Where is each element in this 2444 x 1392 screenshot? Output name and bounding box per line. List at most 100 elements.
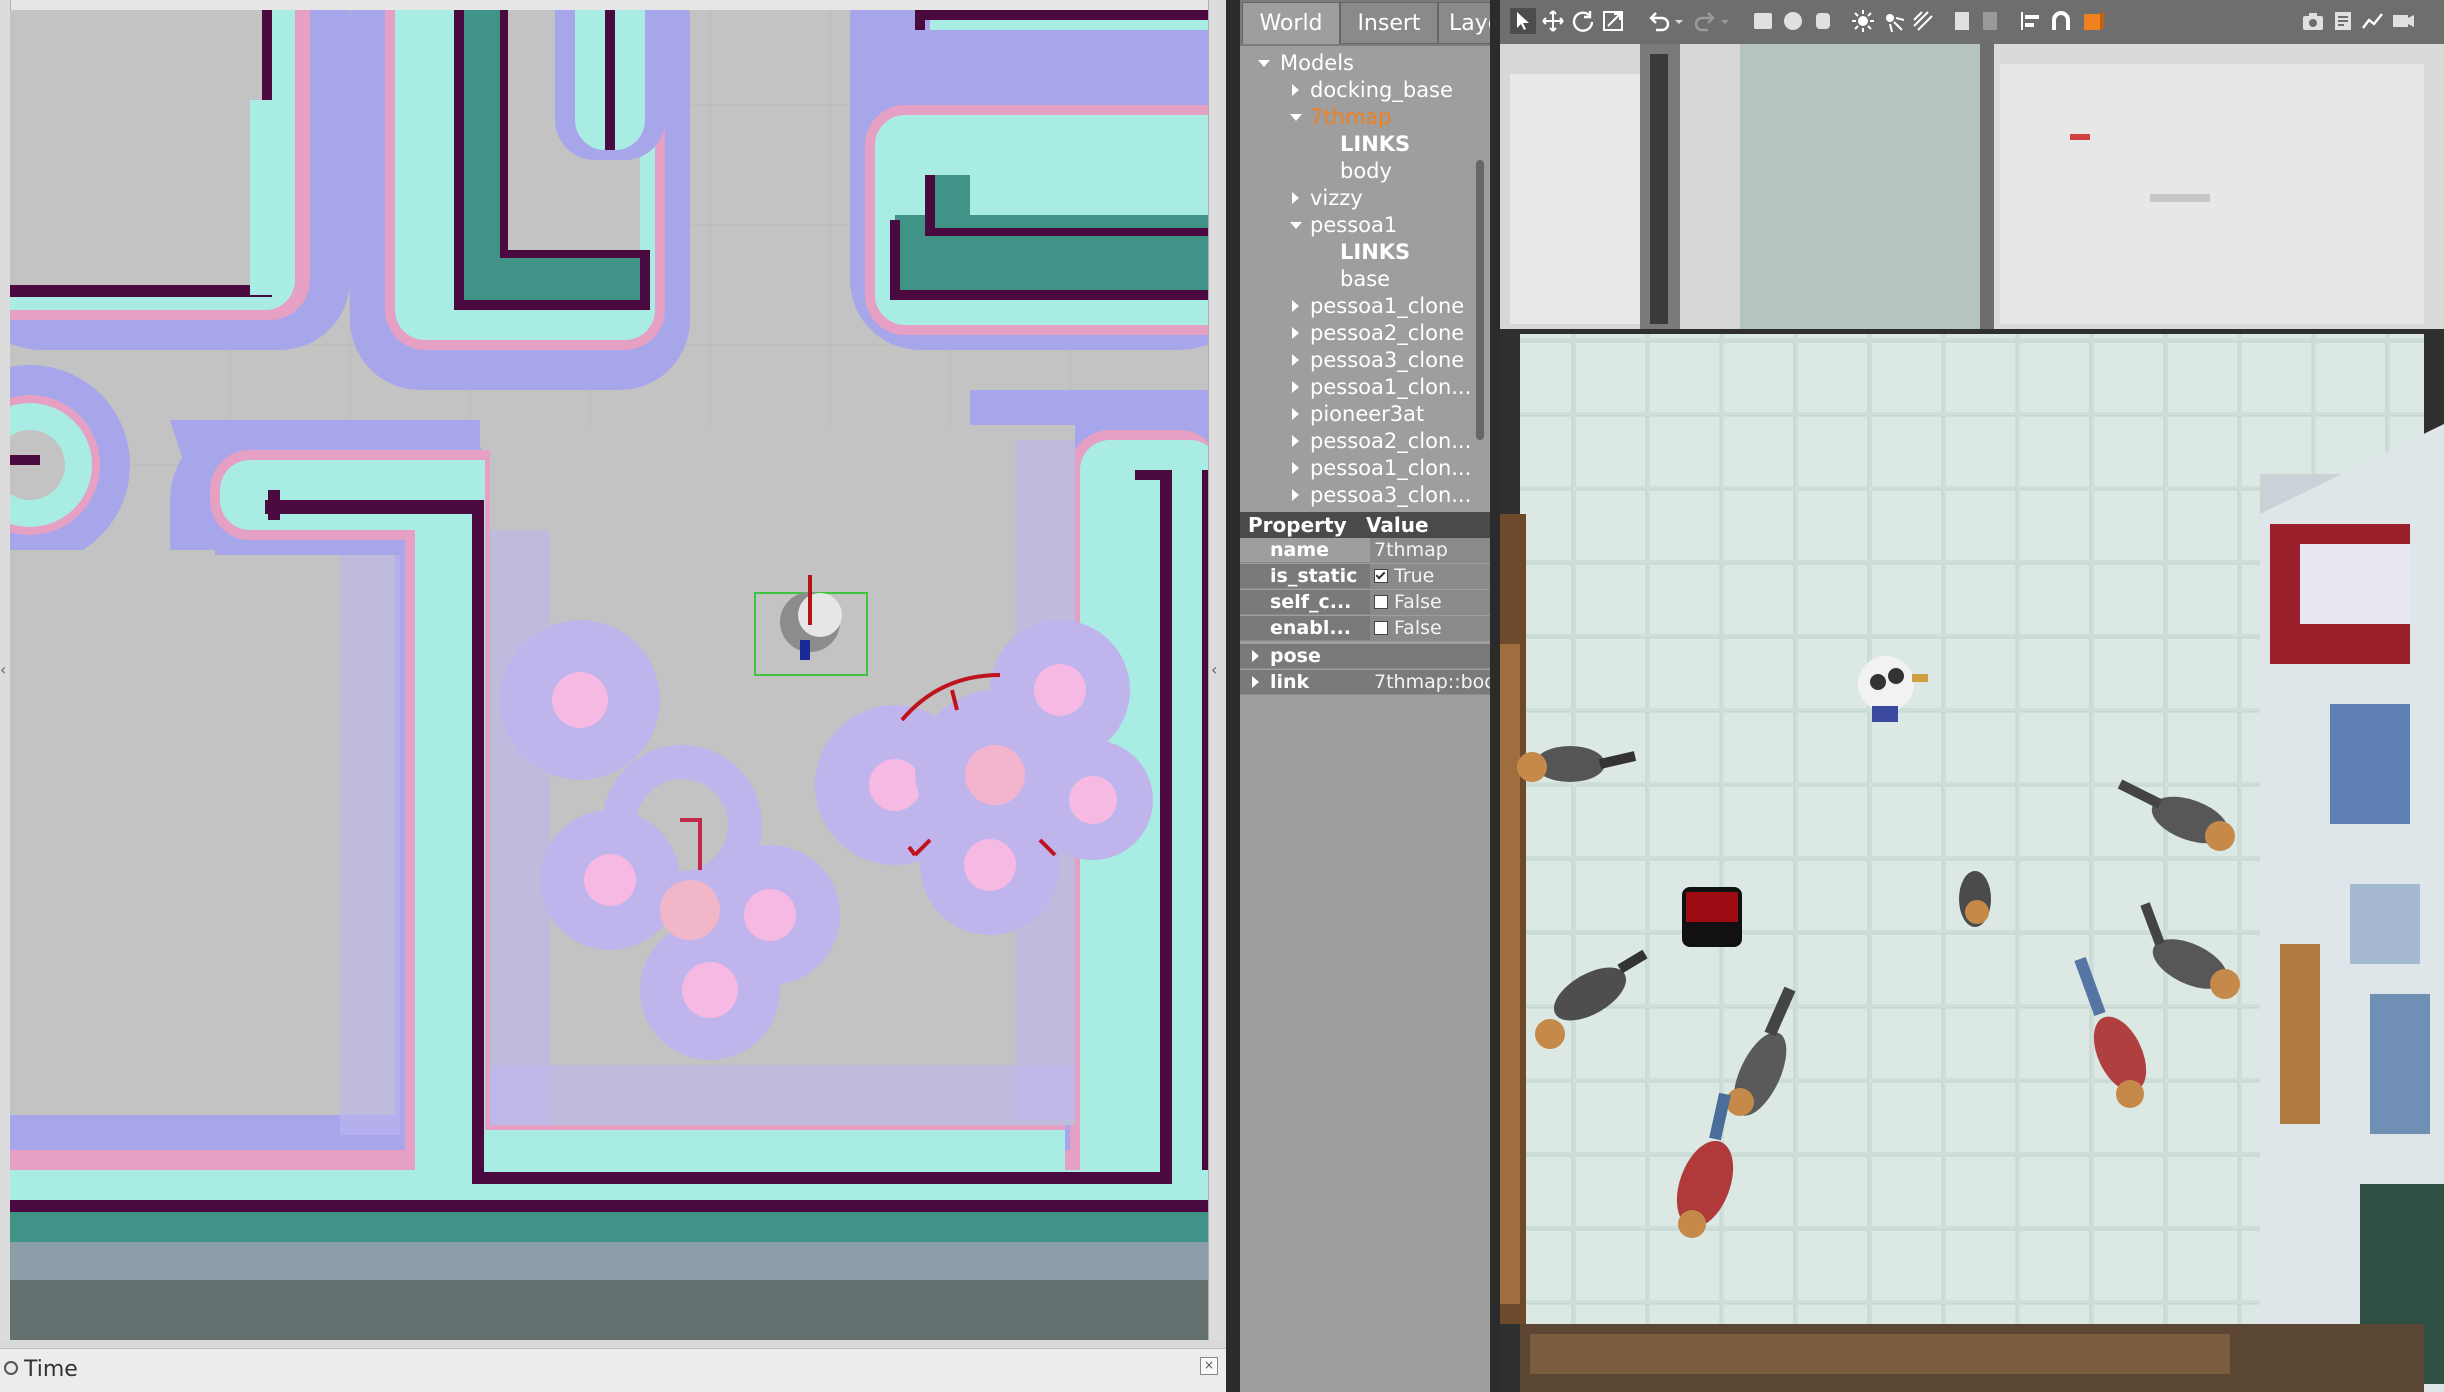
- pioneer3at-robot[interactable]: [1682, 887, 1742, 947]
- expand-icon[interactable]: [1292, 327, 1299, 339]
- gazebo-toolbar: [1500, 0, 2444, 45]
- property-value-cell[interactable]: True: [1370, 564, 1490, 588]
- tree-item-pessoa1-clone-3[interactable]: pessoa1_clon...: [1310, 455, 1471, 481]
- property-column-header: Property: [1248, 513, 1347, 537]
- sphere-icon[interactable]: [1780, 8, 1806, 34]
- time-panel: Time ×: [0, 1348, 1226, 1392]
- log-icon[interactable]: [2330, 8, 2356, 34]
- property-value-cell[interactable]: False: [1370, 616, 1490, 640]
- window-splitter[interactable]: [1226, 0, 1240, 1392]
- property-row-enable-wind: enabl... False: [1240, 616, 1490, 641]
- expand-icon[interactable]: [1292, 489, 1299, 501]
- tree-item-pioneer3at[interactable]: pioneer3at: [1310, 401, 1424, 427]
- tree-item-body[interactable]: body: [1340, 158, 1392, 184]
- expand-icon[interactable]: [1292, 435, 1299, 447]
- undo-icon[interactable]: [1646, 8, 1672, 34]
- checkbox-icon[interactable]: [1374, 595, 1388, 609]
- snap-icon[interactable]: [2048, 8, 2074, 34]
- tree-item-pessoa3-clone[interactable]: pessoa3_clone: [1310, 347, 1464, 373]
- point-light-icon[interactable]: [1850, 8, 1876, 34]
- property-row-name: name 7thmap: [1240, 538, 1490, 563]
- wall-bottom-gray: [10, 1242, 1208, 1282]
- tree-root-models[interactable]: Models: [1280, 50, 1354, 76]
- property-key: enabl...: [1270, 617, 1352, 639]
- gazebo-tab-bar: World Insert Layers: [1240, 0, 1498, 46]
- expand-icon[interactable]: [1292, 381, 1299, 393]
- redo-dropdown-icon[interactable]: [1718, 8, 1732, 34]
- property-key: link: [1270, 671, 1310, 693]
- checkbox-checked-icon[interactable]: [1374, 569, 1388, 583]
- align-icon[interactable]: [2018, 8, 2044, 34]
- expand-icon[interactable]: [1292, 84, 1299, 96]
- property-row-pose[interactable]: pose: [1240, 644, 1490, 669]
- paste-icon[interactable]: [1978, 8, 2004, 34]
- spot-light-icon[interactable]: [1880, 8, 1906, 34]
- property-row-link[interactable]: link 7thmap::body: [1240, 670, 1490, 695]
- directional-light-icon[interactable]: [1910, 8, 1936, 34]
- tree-item-base[interactable]: base: [1340, 266, 1390, 292]
- expand-icon[interactable]: [1292, 354, 1299, 366]
- tree-scrollbar[interactable]: [1476, 160, 1484, 440]
- translate-icon[interactable]: [1540, 8, 1566, 34]
- cylinder-icon[interactable]: [1810, 8, 1836, 34]
- record-icon[interactable]: [2390, 8, 2416, 34]
- expand-icon[interactable]: [1292, 408, 1299, 420]
- collapse-icon[interactable]: [1290, 222, 1302, 229]
- gazebo-left-panel: World Insert Layers Models docking_base …: [1240, 0, 1498, 1392]
- rotate-icon[interactable]: [1570, 8, 1596, 34]
- property-value: 7thmap::body: [1374, 671, 1490, 693]
- property-header: Property Value: [1240, 512, 1490, 538]
- left-grip-icon[interactable]: ‹: [0, 660, 6, 679]
- expand-icon[interactable]: [1258, 60, 1270, 67]
- property-value: True: [1394, 565, 1435, 587]
- expand-icon[interactable]: [1252, 650, 1259, 662]
- tab-insert[interactable]: Insert: [1340, 2, 1438, 44]
- right-grip-icon[interactable]: ‹: [1211, 660, 1217, 679]
- property-key: is_static: [1270, 565, 1358, 587]
- property-key: name: [1270, 539, 1330, 561]
- tab-layers[interactable]: Layers: [1438, 2, 1498, 44]
- property-value-cell[interactable]: False: [1370, 590, 1490, 614]
- select-icon[interactable]: [1510, 8, 1536, 34]
- undo-dropdown-icon[interactable]: [1672, 8, 1686, 34]
- plot-icon[interactable]: [2360, 8, 2386, 34]
- wall-top-center: [350, 10, 690, 390]
- tree-item-docking-base[interactable]: docking_base: [1310, 77, 1453, 103]
- property-key: self_c...: [1270, 591, 1352, 613]
- tab-world[interactable]: World: [1242, 2, 1340, 44]
- tree-item-pessoa3-clone-2[interactable]: pessoa3_clon...: [1310, 482, 1471, 508]
- tree-item-pessoa1[interactable]: pessoa1: [1310, 212, 1397, 238]
- box-icon[interactable]: [1750, 8, 1776, 34]
- close-icon[interactable]: ×: [1200, 1357, 1218, 1375]
- expand-icon[interactable]: [1252, 676, 1259, 688]
- expand-icon[interactable]: [1292, 192, 1299, 204]
- wall-bottom-dark: [10, 1280, 1208, 1340]
- redo-icon[interactable]: [1692, 8, 1718, 34]
- copy-icon[interactable]: [1950, 8, 1976, 34]
- property-value[interactable]: 7thmap: [1370, 538, 1490, 562]
- rviz-right-splitter[interactable]: ‹: [1208, 0, 1226, 1340]
- value-column-header: Value: [1366, 513, 1429, 537]
- change-view-icon[interactable]: [2080, 8, 2106, 34]
- expand-icon[interactable]: [1292, 300, 1299, 312]
- time-panel-title: Time: [24, 1357, 78, 1382]
- property-row-self-collide: self_c... False: [1240, 590, 1490, 615]
- costmap-view[interactable]: [10, 10, 1208, 1340]
- property-value: False: [1394, 591, 1442, 613]
- tree-item-7thmap[interactable]: 7thmap: [1310, 104, 1392, 130]
- tree-item-pessoa1-clone[interactable]: pessoa1_clone: [1310, 293, 1464, 319]
- property-row-is-static: is_static True: [1240, 564, 1490, 589]
- wall-top-right: [850, 10, 1208, 350]
- checkbox-icon[interactable]: [1374, 621, 1388, 635]
- tree-item-pessoa2-clone-2[interactable]: pessoa2_clon...: [1310, 428, 1471, 454]
- tree-item-pessoa2-clone[interactable]: pessoa2_clone: [1310, 320, 1464, 346]
- gazebo-splitter[interactable]: [1490, 0, 1500, 1392]
- collapse-icon[interactable]: [1290, 114, 1302, 121]
- screenshot-icon[interactable]: [2300, 8, 2326, 34]
- model-tree: Models docking_base 7thmap LINKS body vi…: [1240, 48, 1476, 508]
- gazebo-3d-view[interactable]: [1500, 44, 2444, 1392]
- tree-item-vizzy[interactable]: vizzy: [1310, 185, 1363, 211]
- scale-icon[interactable]: [1600, 8, 1626, 34]
- expand-icon[interactable]: [1292, 462, 1299, 474]
- tree-item-pessoa1-clone-2[interactable]: pessoa1_clon...: [1310, 374, 1471, 400]
